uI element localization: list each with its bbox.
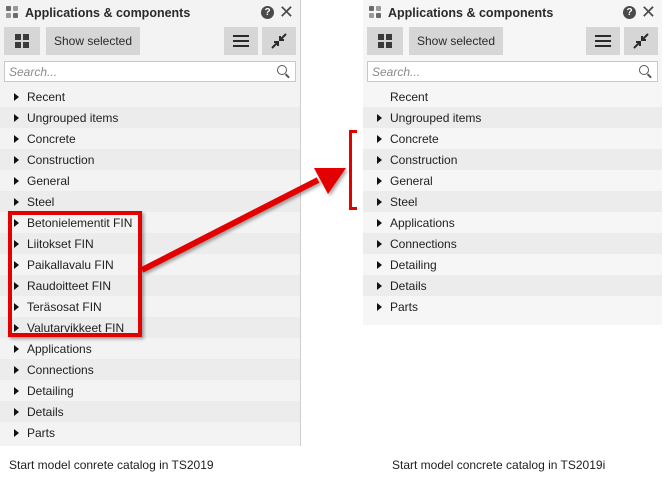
caption-right: Start model concrete catalog in TS2019i (392, 458, 606, 472)
caption-left: Start model conrete catalog in TS2019 (9, 458, 214, 472)
comparison-arrow (140, 168, 346, 273)
